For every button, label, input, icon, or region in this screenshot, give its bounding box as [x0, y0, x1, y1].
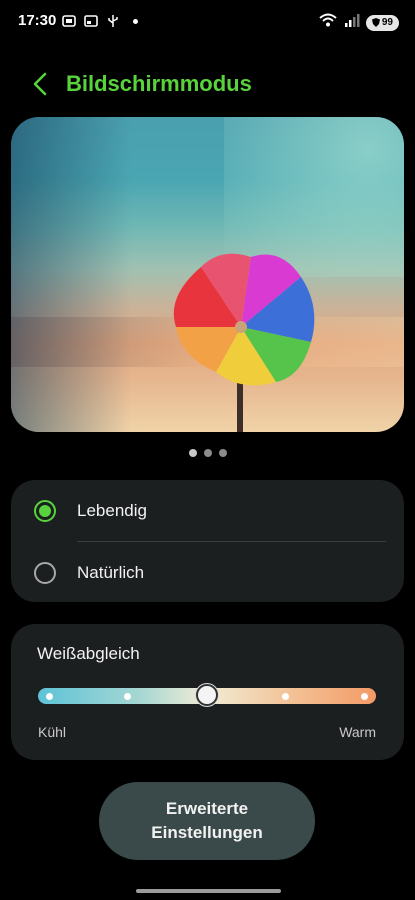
status-icons-left [62, 14, 142, 28]
mode-option-lebendig[interactable]: Lebendig [11, 480, 404, 540]
status-icons-right: 99 [318, 12, 399, 33]
pager-dot[interactable] [203, 449, 212, 457]
radio-button-checked[interactable] [34, 500, 56, 522]
preview-pager [0, 449, 415, 457]
white-balance-title: Weißabgleich [37, 644, 140, 663]
status-bar: 17:30 99 [0, 0, 415, 44]
white-balance-slider[interactable] [38, 684, 376, 706]
advanced-settings-button[interactable]: Erweiterte Einstellungen [99, 782, 315, 860]
home-indicator[interactable] [136, 889, 281, 893]
battery-level: 99 [381, 17, 393, 28]
pinwheel-illustration [173, 253, 315, 432]
radio-button-unchecked[interactable] [34, 562, 56, 584]
slider-thumb[interactable] [196, 684, 218, 706]
page-title: Bildschirmmodus [66, 71, 252, 96]
mode-option-label: Lebendig [77, 501, 147, 520]
slider-step-dot [46, 693, 53, 700]
screenshot-icon [62, 14, 76, 28]
pager-dot[interactable] [188, 449, 197, 457]
header: Bildschirmmodus [0, 64, 415, 104]
pager-dot[interactable] [218, 449, 227, 457]
wifi-icon [318, 12, 338, 33]
mode-option-natuerlich[interactable]: Natürlich [11, 542, 404, 602]
white-balance-high-label: Warm [339, 724, 376, 740]
dot-icon [128, 14, 142, 28]
preview-image[interactable] [11, 117, 404, 432]
white-balance-low-label: Kühl [38, 724, 67, 740]
slider-step-dot [361, 693, 368, 700]
signal-icon [344, 13, 360, 32]
back-button[interactable] [28, 70, 52, 98]
white-balance-card: Weißabgleich Kühl Warm [11, 624, 404, 760]
battery-icon: 99 [365, 14, 399, 31]
usb-icon [106, 14, 120, 28]
status-time: 17:30 [18, 12, 57, 29]
slider-step-dot [124, 693, 131, 700]
cast-icon [84, 14, 98, 28]
advanced-settings-label: Erweiterte Einstellungen [151, 799, 263, 842]
slider-step-dot [282, 693, 289, 700]
screen-mode-card: Lebendig Natürlich [11, 480, 404, 602]
chevron-left-icon [33, 72, 47, 96]
mode-option-label: Natürlich [77, 563, 145, 582]
